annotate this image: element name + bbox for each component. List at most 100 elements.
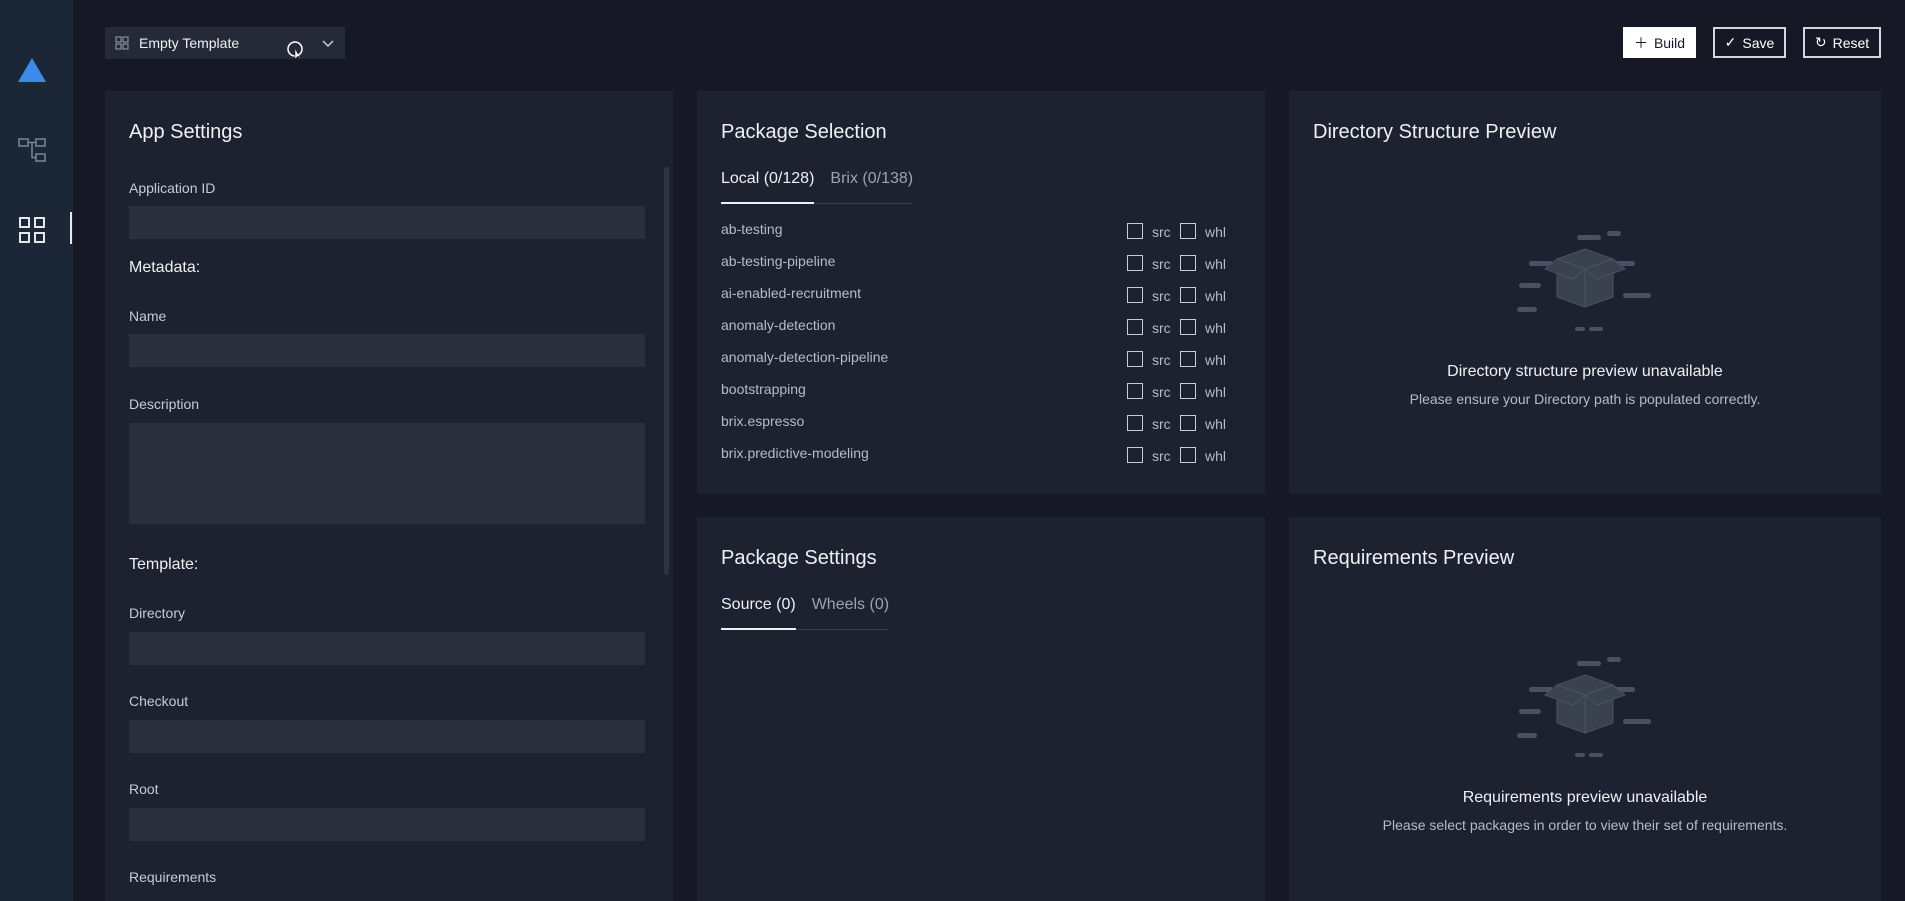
whl-label: whl — [1205, 224, 1227, 240]
whl-label: whl — [1205, 384, 1227, 400]
directory-empty-state: Directory structure preview unavailable … — [1289, 227, 1881, 407]
directory-label: Directory — [129, 605, 186, 621]
src-label: src — [1152, 448, 1171, 464]
app-settings-panel: App Settings Application ID Metadata: Na… — [105, 91, 673, 901]
package-name: bootstrapping — [721, 381, 806, 397]
src-checkbox[interactable] — [1127, 447, 1143, 463]
grid-icon[interactable] — [18, 216, 46, 249]
package-row: ab-testing-pipeline src whl — [721, 253, 1241, 285]
reset-button[interactable]: ↻ Reset — [1803, 27, 1881, 58]
package-settings-title: Package Settings — [721, 547, 877, 569]
chevron-down-icon — [321, 36, 335, 53]
package-name: brix.espresso — [721, 413, 805, 429]
src-label: src — [1152, 416, 1171, 432]
grid-icon — [115, 36, 129, 50]
name-label: Name — [129, 308, 167, 324]
src-label: src — [1152, 224, 1171, 240]
whl-checkbox[interactable] — [1180, 319, 1196, 335]
package-row: ab-testing src whl — [721, 221, 1241, 253]
whl-label: whl — [1205, 320, 1227, 336]
check-icon: ✓ — [1724, 34, 1737, 50]
package-row: brix.predictive-modeling src whl — [721, 445, 1241, 477]
app-settings-title: App Settings — [129, 121, 243, 143]
requirements-empty-subtitle: Please select packages in order to view … — [1382, 817, 1788, 833]
template-label: Template: — [129, 556, 199, 573]
src-checkbox[interactable] — [1127, 223, 1143, 239]
package-name: anomaly-detection — [721, 317, 836, 333]
metadata-label: Metadata: — [129, 259, 201, 276]
package-name: ab-testing-pipeline — [721, 253, 836, 269]
logo-triangle-icon[interactable] — [18, 58, 46, 89]
application-id-label: Application ID — [129, 180, 216, 196]
directory-empty-subtitle: Please ensure your Directory path is pop… — [1409, 391, 1761, 407]
refresh-icon: ↻ — [1814, 34, 1827, 50]
hierarchy-icon[interactable] — [18, 136, 46, 169]
whl-checkbox[interactable] — [1180, 223, 1196, 239]
directory-empty-title: Directory structure preview unavailable — [1447, 363, 1723, 380]
package-settings-panel: Package Settings Source (0) Wheels (0) — [697, 517, 1265, 901]
src-checkbox[interactable] — [1127, 415, 1143, 431]
package-row: brix.espresso src whl — [721, 413, 1241, 445]
src-checkbox[interactable] — [1127, 287, 1143, 303]
root-input[interactable] — [129, 808, 645, 841]
package-name: ai-enabled-recruitment — [721, 285, 862, 301]
package-name: ab-testing — [721, 221, 783, 237]
active-nav-indicator — [70, 212, 72, 244]
whl-label: whl — [1205, 352, 1227, 368]
src-checkbox[interactable] — [1127, 383, 1143, 399]
package-row: anomaly-detection-pipeline src whl — [721, 349, 1241, 381]
empty-box-icon — [1517, 231, 1651, 331]
tab-wheels[interactable]: Wheels (0) — [812, 596, 889, 629]
src-label: src — [1152, 352, 1171, 368]
whl-checkbox[interactable] — [1180, 255, 1196, 271]
requirements-label: Requirements — [129, 869, 217, 885]
template-selector[interactable]: Empty Template — [105, 27, 345, 61]
package-name: anomaly-detection-pipeline — [721, 349, 889, 365]
package-selection-tabs: Local (0/128) Brix (0/138) — [721, 170, 914, 204]
build-button[interactable]: ＋ Build — [1623, 27, 1696, 58]
package-row: anomaly-detection src whl — [721, 317, 1241, 349]
whl-checkbox[interactable] — [1180, 383, 1196, 399]
whl-checkbox[interactable] — [1180, 447, 1196, 463]
src-label: src — [1152, 384, 1171, 400]
checkout-input[interactable] — [129, 720, 645, 753]
description-textarea[interactable] — [129, 423, 645, 524]
tab-source[interactable]: Source (0) — [721, 596, 796, 630]
package-settings-tabs: Source (0) Wheels (0) — [721, 596, 890, 630]
package-selection-title: Package Selection — [721, 121, 887, 143]
whl-checkbox[interactable] — [1180, 287, 1196, 303]
scrollbar[interactable] — [664, 167, 669, 575]
src-label: src — [1152, 256, 1171, 272]
application-id-input[interactable] — [129, 206, 645, 239]
requirements-preview-title: Requirements Preview — [1313, 547, 1515, 569]
src-checkbox[interactable] — [1127, 319, 1143, 335]
directory-input[interactable] — [129, 632, 645, 665]
src-checkbox[interactable] — [1127, 351, 1143, 367]
save-button-label: Save — [1742, 34, 1775, 51]
whl-label: whl — [1205, 416, 1227, 432]
save-button[interactable]: ✓ Save — [1713, 27, 1786, 58]
tab-local[interactable]: Local (0/128) — [721, 170, 815, 204]
src-label: src — [1152, 288, 1171, 304]
side-rail — [0, 0, 73, 901]
description-label: Description — [129, 396, 200, 412]
build-button-label: Build — [1653, 34, 1686, 51]
requirements-empty-title: Requirements preview unavailable — [1462, 789, 1708, 806]
src-checkbox[interactable] — [1127, 255, 1143, 271]
root-label: Root — [129, 781, 159, 797]
empty-box-icon — [1517, 657, 1651, 757]
whl-checkbox[interactable] — [1180, 351, 1196, 367]
requirements-preview-panel: Requirements Preview Requirements previe… — [1289, 517, 1881, 901]
directory-preview-title: Directory Structure Preview — [1313, 121, 1557, 143]
cursor-icon — [287, 41, 305, 64]
name-input[interactable] — [129, 334, 645, 367]
whl-label: whl — [1205, 288, 1227, 304]
package-selection-panel: Package Selection Local (0/128) Brix (0/… — [697, 91, 1265, 494]
requirements-empty-state: Requirements preview unavailable Please … — [1289, 653, 1881, 833]
template-selector-value: Empty Template — [139, 35, 240, 51]
whl-checkbox[interactable] — [1180, 415, 1196, 431]
tab-brix[interactable]: Brix (0/138) — [830, 170, 913, 203]
package-name: brix.predictive-modeling — [721, 445, 869, 461]
directory-preview-panel: Directory Structure Preview Directory st… — [1289, 91, 1881, 494]
package-row: ai-enabled-recruitment src whl — [721, 285, 1241, 317]
